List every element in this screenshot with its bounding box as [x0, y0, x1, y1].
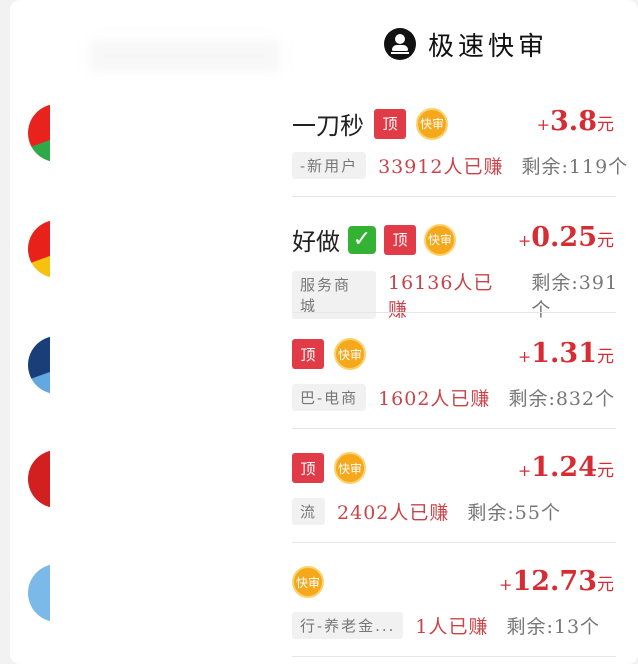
reward-unit: 元	[597, 115, 614, 135]
fast-review-badge: 快审	[416, 107, 448, 140]
row-divider	[292, 656, 616, 657]
fast-review-badge: 快审	[424, 223, 456, 256]
reward-plus: +	[517, 231, 532, 250]
task-reward: +1.31元	[518, 338, 614, 369]
reward-amount: 12.73	[512, 566, 597, 597]
task-reward: +0.25元	[518, 222, 614, 253]
earned-count: 1人已赚	[415, 616, 489, 638]
task-category-tag: 巴-电商	[292, 384, 367, 411]
reward-amount: 1.24	[531, 452, 597, 483]
fast-review-badge: 快审	[334, 338, 366, 370]
reward-unit: 元	[597, 575, 614, 595]
task-category-tag: 行-养老金...	[292, 612, 404, 639]
reward-plus: +	[499, 575, 513, 594]
fast-review-badge: 快审	[334, 452, 366, 484]
task-category-tag: -新用户	[292, 152, 367, 179]
reward-amount: 1.31	[531, 338, 597, 369]
reward-plus: +	[536, 115, 551, 134]
reward-amount: 3.8	[550, 106, 597, 137]
header-title: 极速快审	[427, 31, 548, 62]
top-badge: 顶	[384, 224, 416, 255]
earned-count: 2402人已赚	[337, 502, 450, 524]
top-badge: 顶	[292, 453, 324, 483]
task-list-card: 极速快审 一刀秒顶快审 +3.8元 -新用户 33912人已赚 剩余:119个 好做 ✓ 顶快…	[10, 0, 638, 664]
task-category-tag: 流	[292, 498, 326, 525]
task-title-line: 顶快审	[292, 452, 366, 484]
redacted-overlay	[50, 80, 290, 664]
redacted-area	[90, 40, 280, 72]
user-stamp-icon	[383, 28, 416, 60]
remaining-count: 剩余:832个	[508, 388, 616, 410]
reward-unit: 元	[597, 461, 614, 481]
task-meta: 流 2402人已赚 剩余:55个	[292, 498, 561, 525]
reward-unit: 元	[597, 347, 614, 367]
list-header: 极速快审	[383, 24, 548, 64]
reward-plus: +	[517, 347, 532, 366]
task-title: 好做	[292, 228, 340, 256]
remaining-count: 剩余:13个	[506, 616, 601, 638]
task-title-line: 顶快审	[292, 338, 366, 370]
earned-count: 33912人已赚	[378, 156, 504, 178]
check-mark-icon: ✓	[348, 225, 376, 254]
task-title-line: 好做 ✓ 顶快审	[292, 222, 456, 257]
top-badge: 顶	[292, 339, 324, 369]
fast-review-badge: 快审	[292, 566, 324, 598]
row-divider	[292, 196, 616, 197]
task-reward: +1.24元	[518, 452, 614, 483]
reward-plus: +	[517, 461, 532, 480]
task-meta: -新用户 33912人已赚 剩余:119个	[292, 152, 628, 179]
task-reward: +3.8元	[537, 106, 614, 137]
task-reward: +12.73元	[499, 566, 614, 597]
task-title-line: 快审	[292, 566, 324, 598]
earned-count: 1602人已赚	[378, 388, 491, 410]
task-title: 一刀秒	[292, 112, 364, 140]
reward-amount: 0.25	[531, 222, 597, 253]
task-title-line: 一刀秒顶快审	[292, 106, 448, 141]
row-divider	[292, 312, 616, 313]
task-meta: 巴-电商 1602人已赚 剩余:832个	[292, 384, 615, 411]
remaining-count: 剩余:55个	[467, 502, 561, 524]
reward-unit: 元	[597, 231, 614, 251]
task-meta: 行-养老金... 1人已赚 剩余:13个	[292, 612, 600, 639]
top-badge: 顶	[374, 108, 406, 139]
remaining-count: 剩余:119个	[521, 156, 629, 178]
